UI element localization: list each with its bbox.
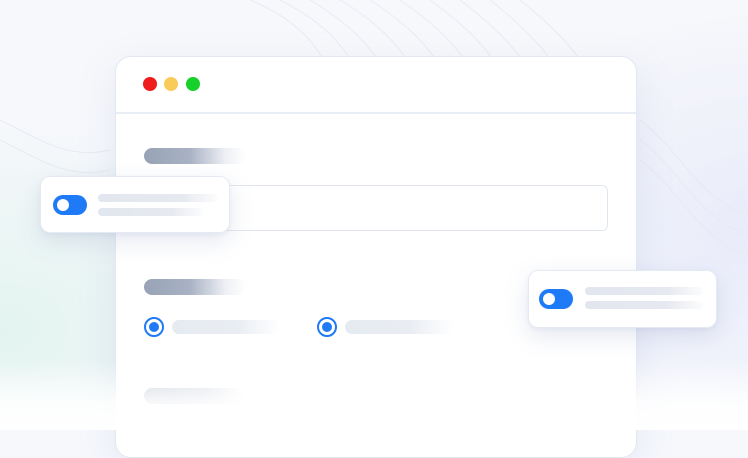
window-titlebar (116, 57, 636, 114)
card-text-line-1-placeholder (585, 287, 703, 295)
floating-toggle-card-right (528, 270, 717, 328)
radio-button-option-2[interactable] (317, 317, 337, 337)
toggle-knob (57, 199, 69, 211)
card-text-line-2-placeholder (98, 208, 203, 216)
toggle-knob (543, 293, 555, 305)
toggle-switch-on[interactable] (53, 195, 87, 215)
radio-option-1-label-placeholder (172, 320, 280, 334)
radio-option-2-label-placeholder (345, 320, 453, 334)
minimize-window-button[interactable] (164, 77, 178, 91)
maximize-window-button[interactable] (186, 77, 200, 91)
close-window-button[interactable] (143, 77, 157, 91)
text-field-label-placeholder (144, 148, 246, 164)
floating-toggle-card-left (40, 176, 230, 233)
toggle-switch-on[interactable] (539, 289, 573, 309)
bottom-fade-overlay (0, 360, 748, 430)
radio-button-option-1[interactable] (144, 317, 164, 337)
card-text-line-2-placeholder (585, 301, 703, 309)
card-text-line-1-placeholder (98, 194, 218, 202)
radio-group-label-placeholder (144, 279, 246, 295)
